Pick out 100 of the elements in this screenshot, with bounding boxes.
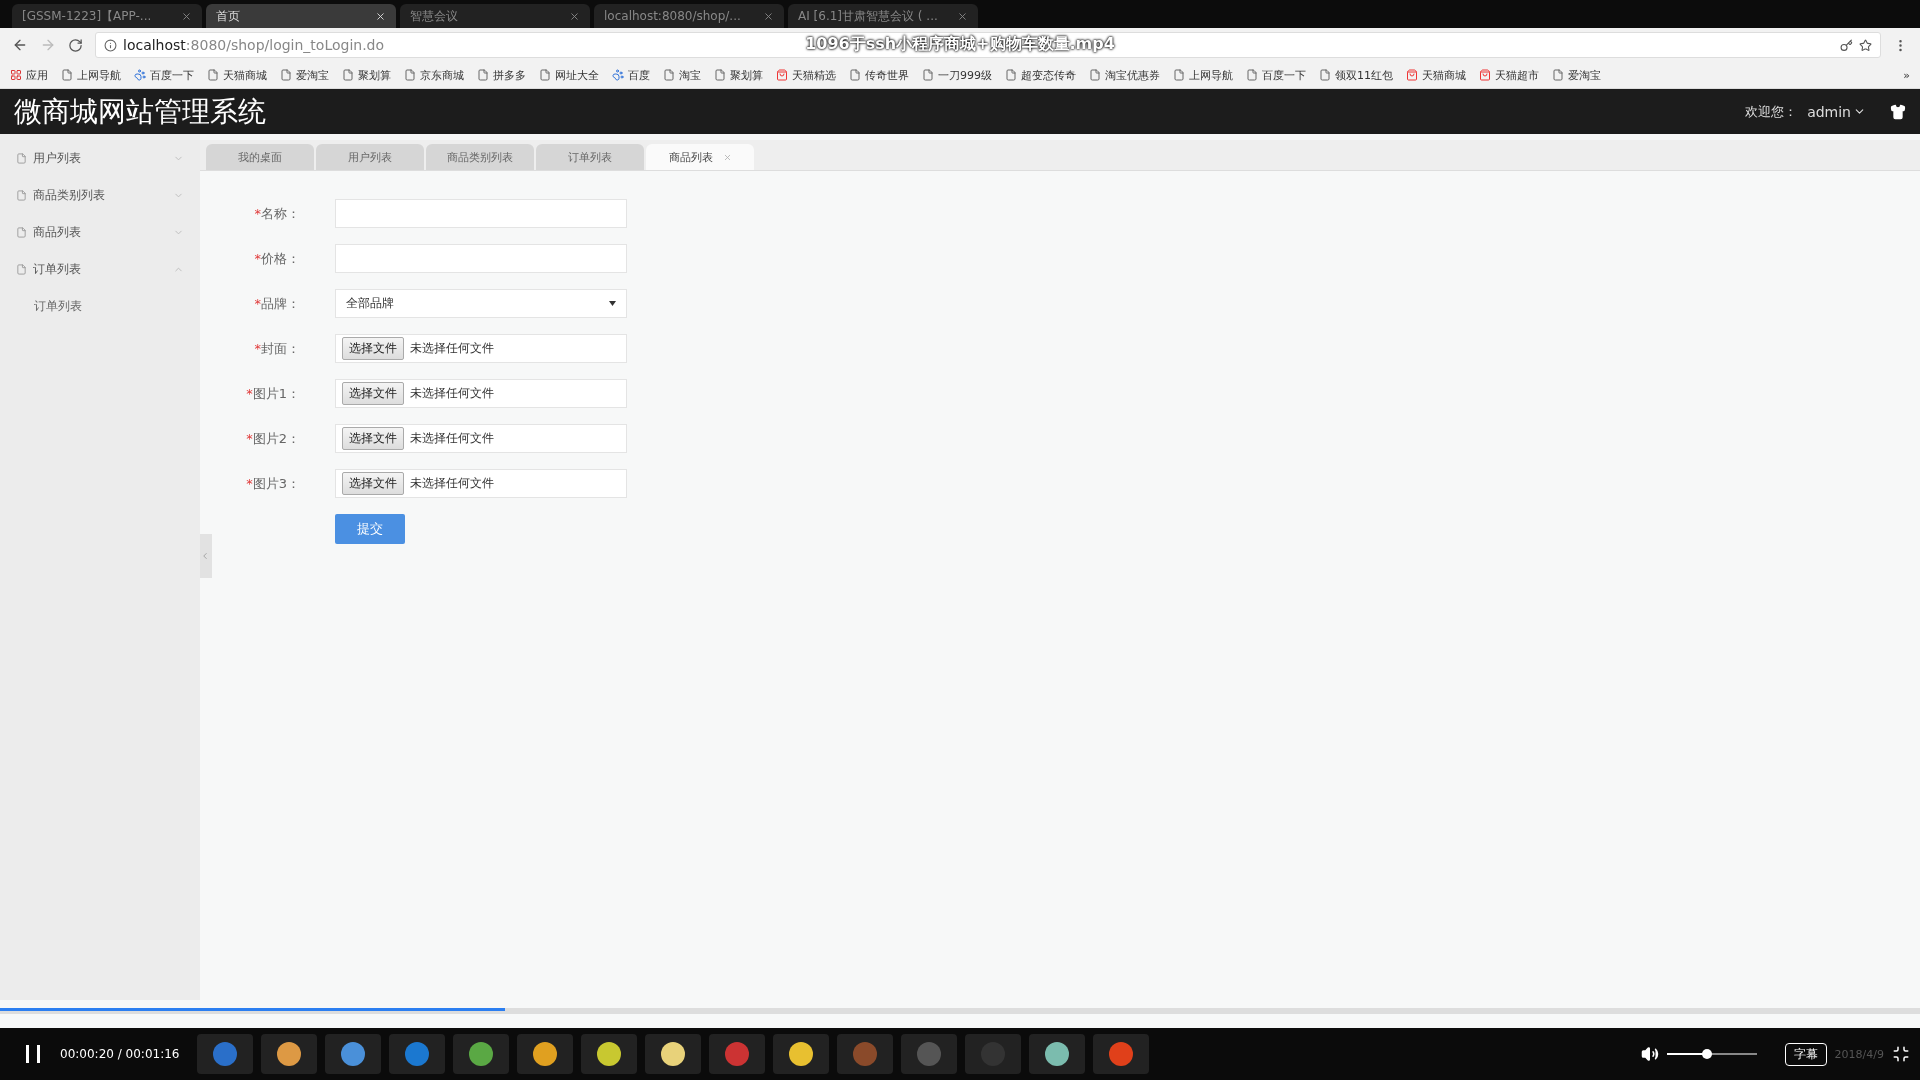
page-tab[interactable]: 用户列表 xyxy=(316,144,424,170)
page-icon xyxy=(477,69,489,81)
page-icon xyxy=(404,69,416,81)
bookmark[interactable]: 应用 xyxy=(10,67,48,83)
field-label: *品牌： xyxy=(253,294,300,313)
file-status: 未选择任何文件 xyxy=(410,385,494,402)
sidebar-item[interactable]: 商品类别列表 xyxy=(0,177,200,214)
choose-file-button[interactable]: 选择文件 xyxy=(342,427,404,450)
taskbar-app-icon[interactable] xyxy=(453,1034,510,1074)
sidebar-item[interactable]: 用户列表 xyxy=(0,140,200,177)
browser-tab[interactable]: [GSSM-1223]【APP-... xyxy=(12,4,202,28)
bookmark[interactable]: 百度一下 xyxy=(1246,67,1306,83)
taskbar-date: 2018/4/9 xyxy=(1834,1047,1884,1061)
browser-tab[interactable]: 首页 xyxy=(206,4,396,28)
close-icon[interactable] xyxy=(375,10,386,22)
close-icon[interactable] xyxy=(181,10,192,22)
page-icon xyxy=(714,69,726,81)
bookmark[interactable]: 京东商城 xyxy=(404,67,464,83)
bag-icon xyxy=(1479,69,1491,81)
paw-icon xyxy=(134,69,146,81)
page-icon xyxy=(922,69,934,81)
sidebar-subitem[interactable]: 订单列表 xyxy=(0,288,200,325)
taskbar-app-icon[interactable] xyxy=(517,1034,574,1074)
bookmark[interactable]: 百度 xyxy=(612,67,650,83)
choose-file-button[interactable]: 选择文件 xyxy=(342,337,404,360)
bookmark[interactable]: 天猫精选 xyxy=(776,67,836,83)
taskbar-app-icon[interactable] xyxy=(581,1034,638,1074)
exit-fullscreen-icon[interactable] xyxy=(1892,1045,1910,1063)
bookmark[interactable]: 淘宝优惠券 xyxy=(1089,67,1160,83)
field-label: *图片2： xyxy=(245,429,300,448)
bookmark[interactable]: 聚划算 xyxy=(342,67,391,83)
welcome-text: 欢迎您： xyxy=(1745,102,1798,121)
field-label: *价格： xyxy=(253,249,300,268)
shirt-icon[interactable] xyxy=(1890,103,1906,120)
user-menu[interactable]: admin xyxy=(1807,103,1866,120)
sidebar-item[interactable]: 商品列表 xyxy=(0,214,200,251)
volume-icon[interactable] xyxy=(1640,1045,1659,1063)
page-icon xyxy=(1173,69,1185,81)
bookmark[interactable]: 上网导航 xyxy=(61,67,121,83)
sidebar-item[interactable]: 订单列表 xyxy=(0,251,200,288)
page-tab[interactable]: 商品列表 xyxy=(646,144,754,170)
text-field[interactable] xyxy=(335,199,627,228)
bookmark[interactable]: 上网导航 xyxy=(1173,67,1233,83)
close-icon[interactable] xyxy=(763,10,774,22)
taskbar-app-icon[interactable] xyxy=(1029,1034,1086,1074)
back-icon[interactable] xyxy=(12,37,28,53)
file-status: 未选择任何文件 xyxy=(410,475,494,492)
bookmark[interactable]: 淘宝 xyxy=(663,67,701,83)
bookmark[interactable]: 天猫超市 xyxy=(1479,67,1539,83)
bookmark[interactable]: 领双11红包 xyxy=(1319,67,1393,83)
taskbar-app-icon[interactable] xyxy=(325,1034,382,1074)
bookmark[interactable]: 天猫商城 xyxy=(1406,67,1466,83)
field-label: *图片3： xyxy=(245,474,300,493)
bookmark[interactable]: 百度一下 xyxy=(134,67,194,83)
choose-file-button[interactable]: 选择文件 xyxy=(342,382,404,405)
taskbar-app-icon[interactable] xyxy=(773,1034,830,1074)
reload-icon[interactable] xyxy=(68,37,83,53)
page-tab[interactable]: 我的桌面 xyxy=(206,144,314,170)
bookmark[interactable]: 聚划算 xyxy=(714,67,763,83)
bookmark[interactable]: 爱淘宝 xyxy=(1552,67,1601,83)
star-icon[interactable] xyxy=(1859,38,1872,52)
page-icon xyxy=(61,69,73,81)
key-icon[interactable] xyxy=(1840,38,1853,52)
caret-icon xyxy=(609,301,616,306)
browser-tab[interactable]: 智慧会议 xyxy=(400,4,590,28)
page-tab[interactable]: 订单列表 xyxy=(536,144,644,170)
bookmark[interactable]: 天猫商城 xyxy=(207,67,267,83)
page-icon xyxy=(16,264,27,275)
bookmark[interactable]: 一刀999级 xyxy=(922,67,992,83)
bookmark[interactable]: 拼多多 xyxy=(477,67,526,83)
page-icon xyxy=(16,227,27,238)
choose-file-button[interactable]: 选择文件 xyxy=(342,472,404,495)
taskbar-app-icon[interactable] xyxy=(645,1034,702,1074)
taskbar-app-icon[interactable] xyxy=(261,1034,318,1074)
paw-icon xyxy=(612,69,624,81)
browser-tab[interactable]: localhost:8080/shop/... xyxy=(594,4,784,28)
close-icon[interactable] xyxy=(569,10,580,22)
field-label: *图片1： xyxy=(245,384,300,403)
page-icon xyxy=(1246,69,1258,81)
text-field[interactable] xyxy=(335,244,627,273)
pause-icon[interactable] xyxy=(26,1045,40,1063)
page-icon xyxy=(539,69,551,81)
more-bookmarks[interactable]: » xyxy=(1903,68,1910,82)
video-title: 1096于ssh小程序商城+购物车数量.mp4 xyxy=(805,34,1115,55)
close-icon[interactable] xyxy=(957,10,968,22)
bookmark[interactable]: 网址大全 xyxy=(539,67,599,83)
page-icon xyxy=(207,69,219,81)
field-label: *封面： xyxy=(253,339,300,358)
bookmark[interactable]: 爱淘宝 xyxy=(280,67,329,83)
collapse-handle[interactable] xyxy=(200,534,212,578)
page-icon xyxy=(16,153,27,164)
browser-tab[interactable]: AI [6.1]甘肃智慧会议 ( ... xyxy=(788,4,978,28)
bookmark[interactable]: 超变态传奇 xyxy=(1005,67,1076,83)
video-time: 00:00:20 / 00:01:16 xyxy=(60,1047,180,1061)
video-progress-bar[interactable] xyxy=(0,1008,1920,1014)
page-tab[interactable]: 商品类别列表 xyxy=(426,144,534,170)
subtitle-button[interactable]: 字幕 xyxy=(1784,1042,1827,1066)
bookmark[interactable]: 传奇世界 xyxy=(849,67,909,83)
page-icon xyxy=(1005,69,1017,81)
brand-select[interactable]: 全部品牌 xyxy=(335,289,627,318)
